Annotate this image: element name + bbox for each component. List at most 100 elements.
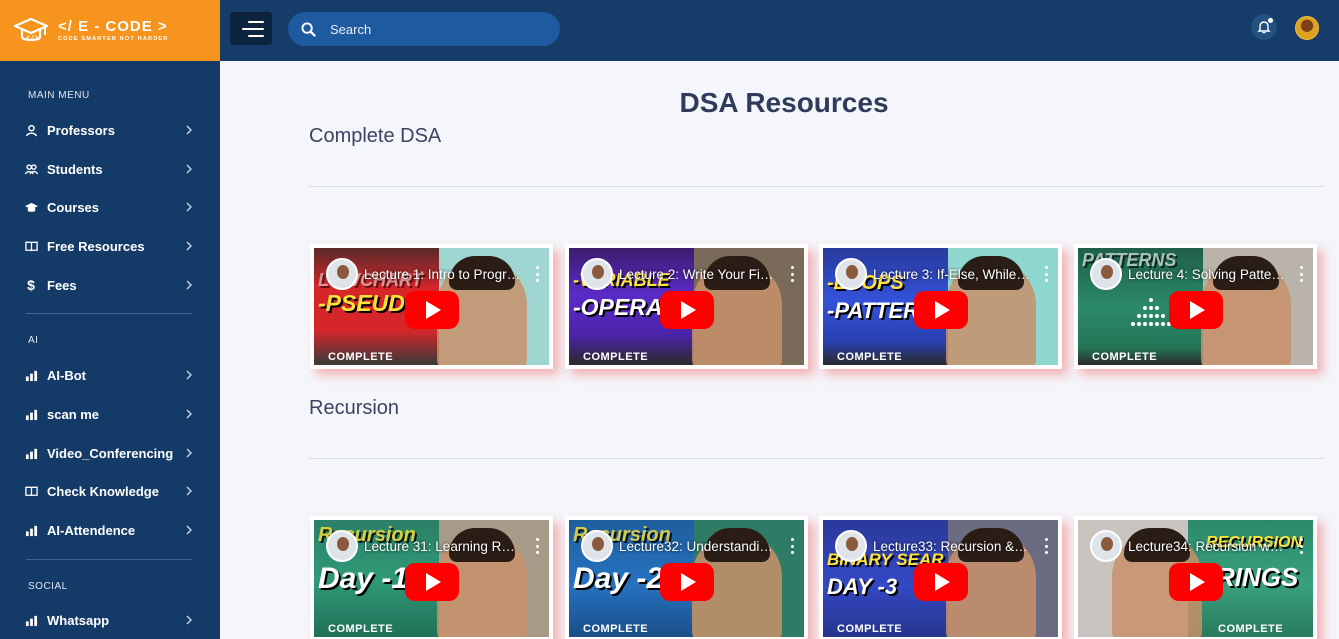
sidebar-item-label: Courses (47, 199, 100, 215)
video-title[interactable]: Lecture 3: If-Else, While Loops (873, 267, 1030, 282)
sidebar-item-ai-bot[interactable]: AI-Bot (0, 360, 220, 390)
sidebar-section-main-menu: MAIN MENU (28, 90, 90, 101)
play-button[interactable] (659, 290, 714, 329)
top-bar (220, 0, 1339, 61)
thumbnail-big-text: DAY -3 (827, 574, 898, 599)
video-thumbnail[interactable]: BINARY SEAR DAY -3 COMPLETE Lecture33: R… (823, 520, 1058, 637)
sidebar-divider (26, 559, 192, 560)
sidebar-item-fees[interactable]: $ Fees (0, 270, 220, 300)
video-title[interactable]: Lecture 4: Solving Pattern Problems (1128, 267, 1285, 282)
bar-chart-icon (24, 368, 38, 382)
play-button[interactable] (913, 290, 968, 329)
dollar-icon: $ (27, 277, 35, 293)
more-options-icon[interactable] (1044, 266, 1048, 282)
sidebar-item-courses[interactable]: Courses (0, 192, 220, 222)
sidebar-item-whatsapp[interactable]: Whatsapp (0, 605, 220, 635)
video-title[interactable]: Lecture32: Understanding Recursion (619, 539, 776, 554)
sidebar-item-free-resources[interactable]: Free Resources (0, 231, 220, 261)
chevron-right-icon (186, 241, 192, 251)
channel-avatar[interactable] (835, 530, 867, 562)
sidebar-item-scan-me[interactable]: scan me (0, 399, 220, 429)
channel-avatar[interactable] (326, 530, 358, 562)
user-avatar[interactable] (1295, 16, 1319, 40)
video-thumbnail[interactable]: Recursion Day -2 COMPLETE Lecture32: Und… (569, 520, 804, 637)
channel-avatar[interactable] (581, 258, 613, 290)
video-card[interactable]: -LOOPS -PATTERNS COMPLETE Lecture 3: If-… (819, 244, 1062, 369)
more-options-icon[interactable] (1299, 538, 1303, 554)
video-thumbnail[interactable]: Recursion Day -1 COMPLETE Lecture 31: Le… (314, 520, 549, 637)
video-card[interactable]: Recursion Day -2 COMPLETE Lecture32: Und… (565, 516, 808, 639)
thumbnail-bottom-text: COMPLETE (583, 351, 649, 363)
video-card[interactable]: Recursion Day -1 COMPLETE Lecture 31: Le… (310, 516, 553, 639)
video-title[interactable]: Lecture 31: Learning Recursion (364, 539, 521, 554)
channel-avatar[interactable] (835, 258, 867, 290)
search-icon (301, 21, 316, 37)
video-card[interactable]: -VARIABLE -OPERATOR COMPLETE Lecture 2: … (565, 244, 808, 369)
brand-text: </ E - CODE > CODE SMARTER NOT HARDER (58, 18, 168, 43)
chevron-right-icon (186, 125, 192, 135)
section-divider (309, 458, 1325, 459)
more-options-icon[interactable] (790, 266, 794, 282)
search-input[interactable] (330, 21, 540, 37)
sidebar-item-professors[interactable]: Professors (0, 115, 220, 145)
sidebar-item-students[interactable]: Students (0, 154, 220, 184)
main-content: DSA Resources Complete DSA LOWCHART -PSE… (220, 61, 1339, 639)
notification-dot (1268, 18, 1273, 23)
video-title[interactable]: Lecture33: Recursion & Binary Search (873, 539, 1030, 554)
sidebar-item-check-knowledge[interactable]: Check Knowledge (0, 476, 220, 506)
video-card[interactable]: RECURSION RINGS COMPLETE Lecture34: Recu… (1074, 516, 1317, 639)
video-card[interactable]: LOWCHART -PSEUDOC COMPLETE Lecture 1: In… (310, 244, 553, 369)
channel-avatar[interactable] (1090, 258, 1122, 290)
chevron-right-icon (186, 615, 192, 625)
more-options-icon[interactable] (535, 538, 539, 554)
play-button[interactable] (404, 290, 459, 329)
play-button[interactable] (913, 562, 968, 601)
sidebar-item-label: Check Knowledge (47, 483, 159, 499)
video-thumbnail[interactable]: LOWCHART -PSEUDOC COMPLETE Lecture 1: In… (314, 248, 549, 365)
thumbnail-big-text: Day -2 (573, 562, 664, 595)
section-title-complete-dsa: Complete DSA (309, 125, 442, 147)
sidebar-item-video-conferencing[interactable]: Video_Conferencing (0, 438, 220, 468)
sidebar-section-ai: AI (28, 335, 39, 346)
video-card[interactable]: BINARY SEAR DAY -3 COMPLETE Lecture33: R… (819, 516, 1062, 639)
video-title[interactable]: Lecture34: Recursion with Strings (1128, 539, 1285, 554)
brand[interactable]: </> </ E - CODE > CODE SMARTER NOT HARDE… (0, 0, 220, 61)
thumbnail-bottom-text: COMPLETE (1092, 351, 1158, 363)
brand-name: </ E - CODE > (58, 18, 168, 35)
play-button[interactable] (1168, 562, 1223, 601)
video-thumbnail[interactable]: RECURSION RINGS COMPLETE Lecture34: Recu… (1078, 520, 1313, 637)
channel-avatar[interactable] (1090, 530, 1122, 562)
notification-button[interactable] (1251, 14, 1277, 40)
thumbnail-big-text: RINGS (1216, 562, 1299, 592)
sidebar-item-label: Whatsapp (47, 612, 110, 628)
more-options-icon[interactable] (535, 266, 539, 282)
sidebar-item-label: Students (47, 161, 103, 177)
play-button[interactable] (404, 562, 459, 601)
thumbnail-bottom-text: COMPLETE (1218, 623, 1284, 635)
video-title[interactable]: Lecture 2: Write Your First Program (619, 267, 776, 282)
search-bar[interactable] (288, 12, 560, 46)
channel-avatar[interactable] (581, 530, 613, 562)
play-button[interactable] (1168, 290, 1223, 329)
more-options-icon[interactable] (790, 538, 794, 554)
sidebar-item-label: AI-Attendence (47, 522, 136, 538)
video-card[interactable]: PATTERNS COMPLETE Lecture 4: Solving Pat… (1074, 244, 1317, 369)
chevron-right-icon (186, 448, 192, 458)
video-thumbnail[interactable]: -VARIABLE -OPERATOR COMPLETE Lecture 2: … (569, 248, 804, 365)
play-button[interactable] (659, 562, 714, 601)
sidebar-item-label: Free Resources (47, 238, 145, 254)
group-icon (24, 162, 38, 176)
more-options-icon[interactable] (1044, 538, 1048, 554)
svg-text:</>: </> (26, 35, 39, 43)
more-options-icon[interactable] (1299, 266, 1303, 282)
channel-avatar[interactable] (326, 258, 358, 290)
sidebar-item-label: Fees (47, 277, 77, 293)
chevron-right-icon (186, 525, 192, 535)
thumbnail-bottom-text: COMPLETE (328, 623, 394, 635)
hamburger-menu-button[interactable] (230, 12, 272, 45)
video-thumbnail[interactable]: -LOOPS -PATTERNS COMPLETE Lecture 3: If-… (823, 248, 1058, 365)
video-thumbnail[interactable]: PATTERNS COMPLETE Lecture 4: Solving Pat… (1078, 248, 1313, 365)
bar-chart-icon (24, 523, 38, 537)
sidebar-item-ai-attendence[interactable]: AI-Attendence (0, 515, 220, 545)
video-title[interactable]: Lecture 1: Intro to Programming & Flowch… (364, 267, 521, 282)
